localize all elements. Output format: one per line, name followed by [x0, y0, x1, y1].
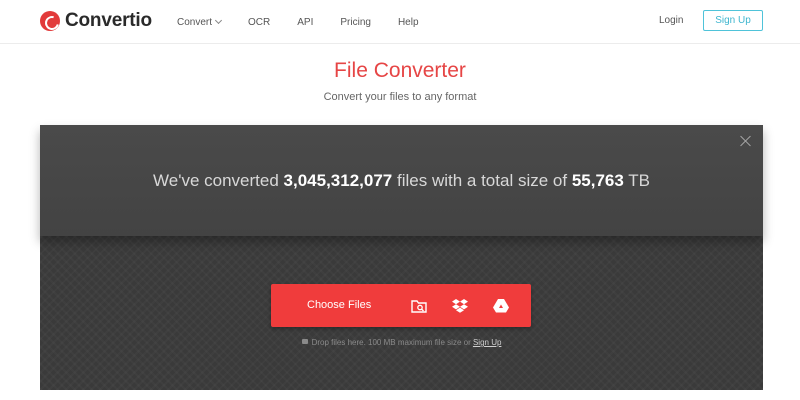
dropbox-icon[interactable]	[451, 297, 469, 315]
lock-icon	[301, 339, 308, 345]
login-link[interactable]: Login	[659, 15, 683, 26]
stats-text: We've converted 3,045,312,077 files with…	[40, 171, 763, 191]
nav-convert-label: Convert	[177, 16, 213, 28]
drop-hint-text: Drop files here. 100 MB maximum file siz…	[311, 338, 471, 347]
signup-button[interactable]: Sign Up	[703, 10, 763, 31]
chevron-down-icon	[214, 16, 223, 25]
google-drive-icon[interactable]	[492, 297, 510, 315]
stats-prefix: We've converted	[153, 171, 279, 190]
nav-convert[interactable]: Convert	[177, 16, 223, 28]
choose-files-bar: Choose Files	[271, 284, 531, 327]
page-title: File Converter	[334, 59, 466, 82]
nav-api[interactable]: API	[297, 17, 313, 28]
nav-help[interactable]: Help	[398, 17, 419, 28]
stats-total-size: 55,763	[571, 171, 624, 190]
stats-banner: We've converted 3,045,312,077 files with…	[40, 125, 763, 236]
upload-panel: We've converted 3,045,312,077 files with…	[40, 125, 763, 390]
close-icon[interactable]	[739, 134, 753, 148]
drop-hint: Drop files here. 100 MB maximum file siz…	[40, 338, 763, 347]
nav-pricing[interactable]: Pricing	[340, 17, 371, 28]
top-header: Convertio Convert OCR API Pricing Help L…	[0, 0, 800, 44]
choose-files-button[interactable]: Choose Files	[307, 284, 371, 327]
main-nav: Convert OCR API Pricing Help	[177, 0, 446, 44]
stats-middle: files with a total size of	[397, 171, 568, 190]
stats-files-count: 3,045,312,077	[283, 171, 393, 190]
logo-icon	[40, 11, 60, 31]
page-subtitle: Convert your files to any format	[323, 91, 477, 103]
logo-text: Convertio	[65, 10, 152, 31]
signup-link[interactable]: Sign Up	[473, 338, 501, 347]
folder-search-icon[interactable]	[410, 297, 428, 315]
logo[interactable]: Convertio	[40, 10, 152, 32]
nav-ocr[interactable]: OCR	[248, 17, 270, 28]
stats-unit: TB	[628, 171, 650, 190]
